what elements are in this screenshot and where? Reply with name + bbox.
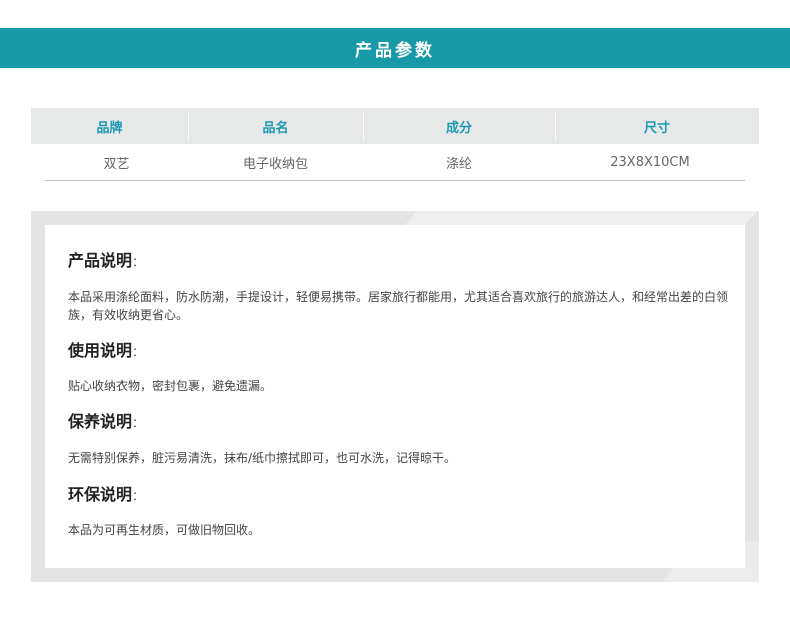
header-material: 成分 bbox=[363, 108, 555, 144]
section-banner: 产品参数 bbox=[0, 28, 790, 68]
value-brand: 双艺 bbox=[103, 156, 130, 172]
value-product-name: 电子收纳包 bbox=[242, 156, 308, 172]
value-size: 23X8X10CM bbox=[610, 154, 690, 170]
info-card: 产品说明： 本品采用涤纶面料，防水防潮，手提设计，轻便易携带。居家旅行都能用，尤… bbox=[45, 225, 745, 568]
table-row: 双艺 电子收纳包 涤纶 23X8X10CM bbox=[45, 144, 745, 181]
product-parameters-table: 品牌 品名 成分 尺寸 双艺 电子收纳包 涤纶 23X8X10CM bbox=[31, 108, 759, 181]
table-header-row: 品牌 品名 成分 尺寸 bbox=[31, 108, 759, 144]
section-title-maintenance: 保养说明： bbox=[68, 412, 145, 431]
section-text-environment: 本品为可再生材质，可做旧物回收。 bbox=[68, 523, 261, 537]
value-material: 涤纶 bbox=[445, 156, 472, 172]
section-text-usage: 贴心收纳衣物，密封包裹，避免遗漏。 bbox=[68, 379, 273, 393]
product-info-panel: 产品说明： 本品采用涤纶面料，防水防潮，手提设计，轻便易携带。居家旅行都能用，尤… bbox=[31, 211, 759, 582]
header-product-name: 品名 bbox=[188, 108, 363, 144]
banner-title: 产品参数 bbox=[355, 40, 435, 61]
section-title-usage: 使用说明： bbox=[68, 341, 145, 360]
header-brand: 品牌 bbox=[96, 120, 123, 136]
decorative-band bbox=[405, 211, 757, 225]
section-text-description: 本品采用涤纶面料，防水防潮，手提设计，轻便易携带。居家旅行都能用，尤其适合喜欢旅… bbox=[68, 290, 729, 322]
section-title-environment: 环保说明： bbox=[68, 485, 145, 504]
section-title-description: 产品说明： bbox=[68, 251, 145, 270]
header-size: 尺寸 bbox=[555, 108, 759, 144]
section-text-maintenance: 无需特别保养，脏污易清洗，抹布/纸巾擦拭即可，也可水洗，记得晾干。 bbox=[68, 451, 457, 465]
